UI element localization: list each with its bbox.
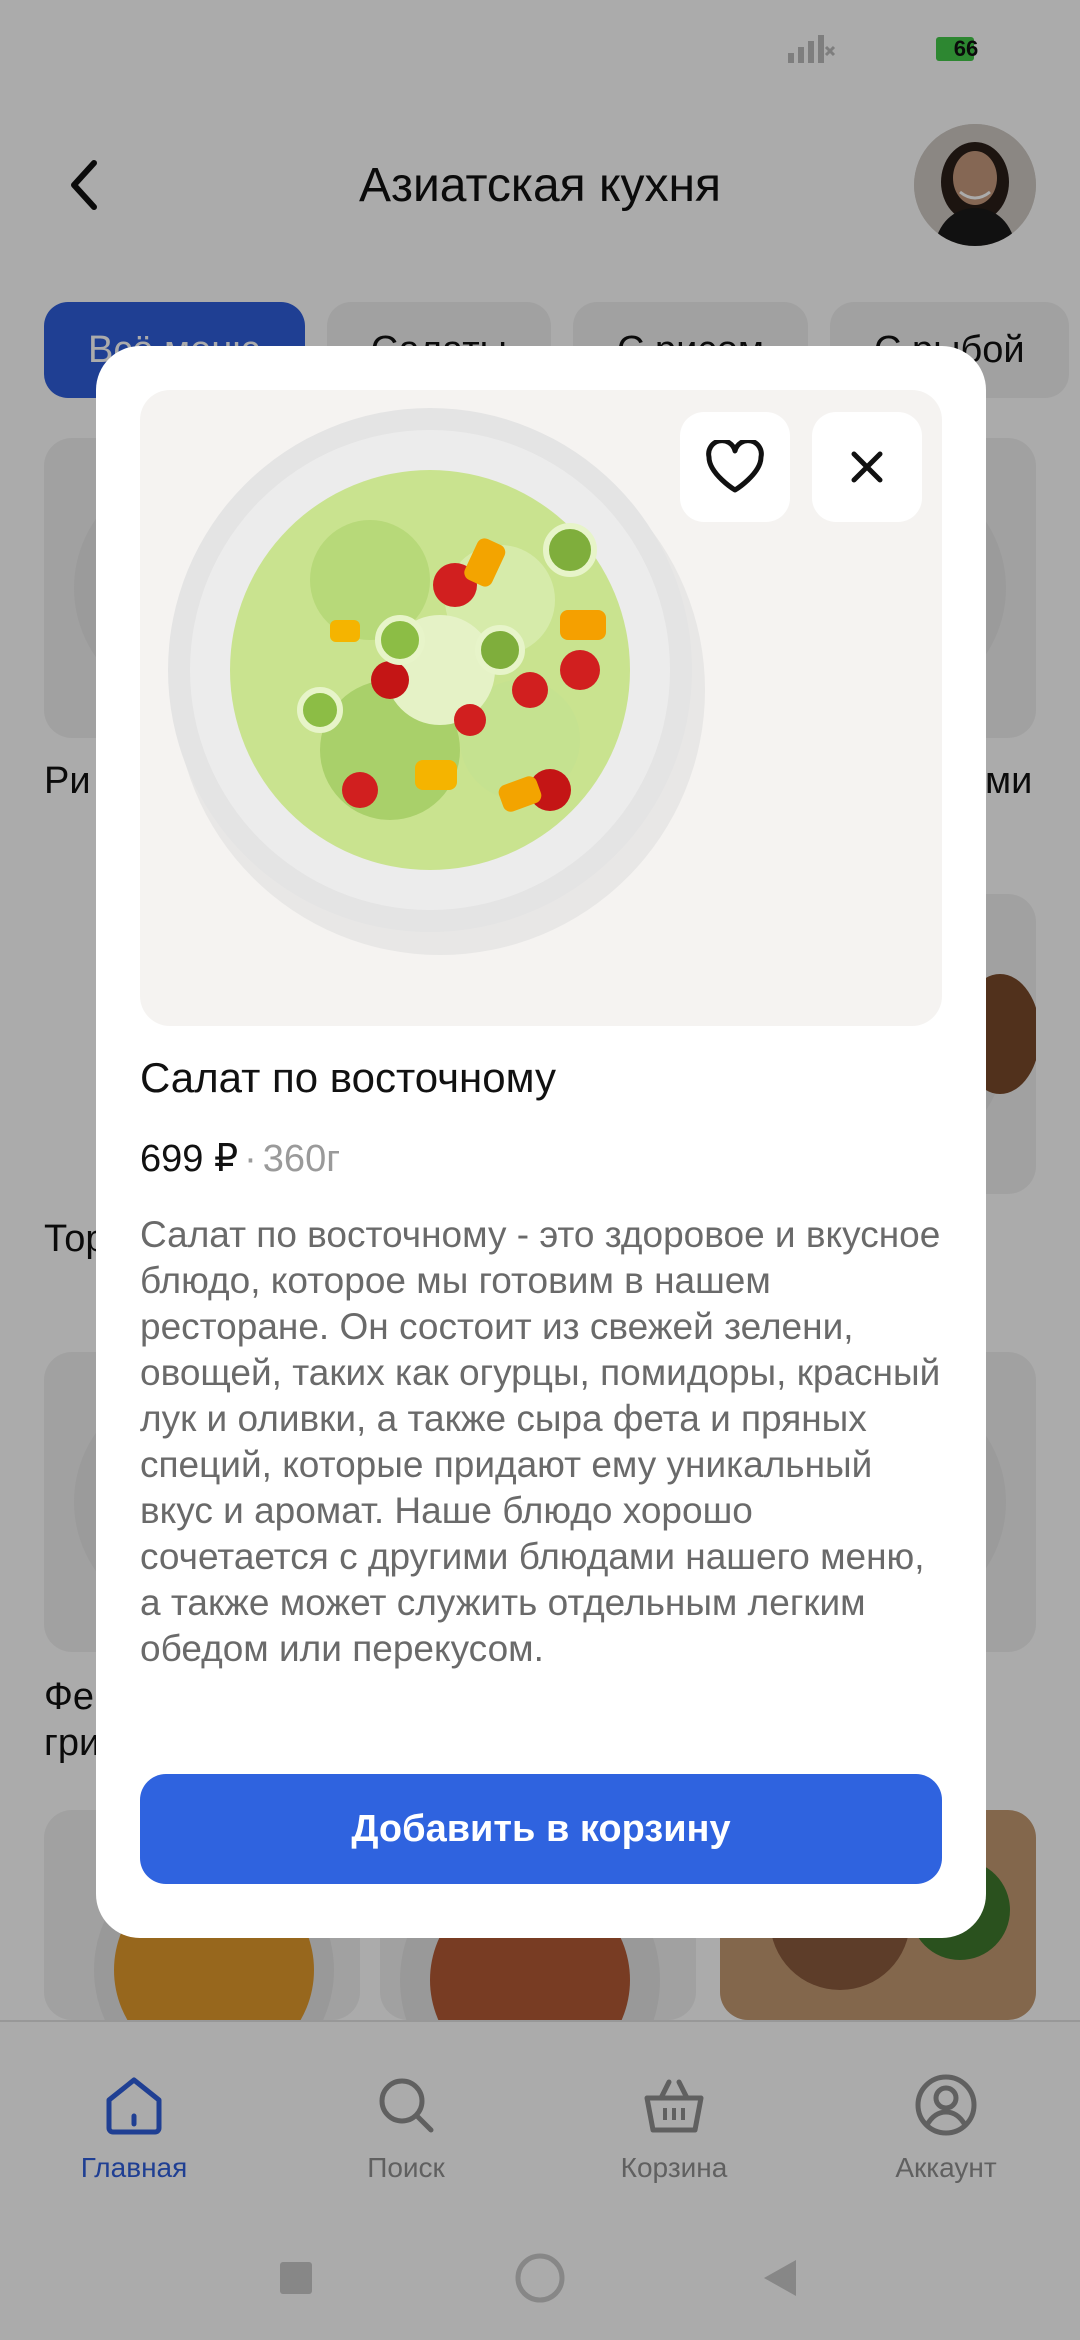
dish-weight: 360г (262, 1138, 341, 1180)
close-button[interactable] (812, 412, 922, 522)
dish-price: 699 ₽ (140, 1138, 239, 1180)
dish-description: Салат по восточному - это здоровое и вку… (140, 1214, 941, 1669)
dish-name: Салат по восточному (140, 1054, 556, 1101)
price-separator: · (244, 1138, 257, 1180)
add-to-cart-button[interactable]: Добавить в корзину (140, 1774, 942, 1884)
price-line: 699 ₽ · 360г (140, 1136, 340, 1181)
app-screen: 14:40 | 1,1 КБ/с 4G 66 Азиатская кухня р… (0, 0, 1080, 2340)
favorite-button[interactable] (680, 412, 790, 522)
close-icon (851, 451, 883, 483)
dish-photo (140, 390, 942, 1026)
heart-icon (706, 440, 764, 493)
dish-detail-modal: Салат по восточному 699 ₽ · 360г Салат по … (96, 346, 986, 1938)
